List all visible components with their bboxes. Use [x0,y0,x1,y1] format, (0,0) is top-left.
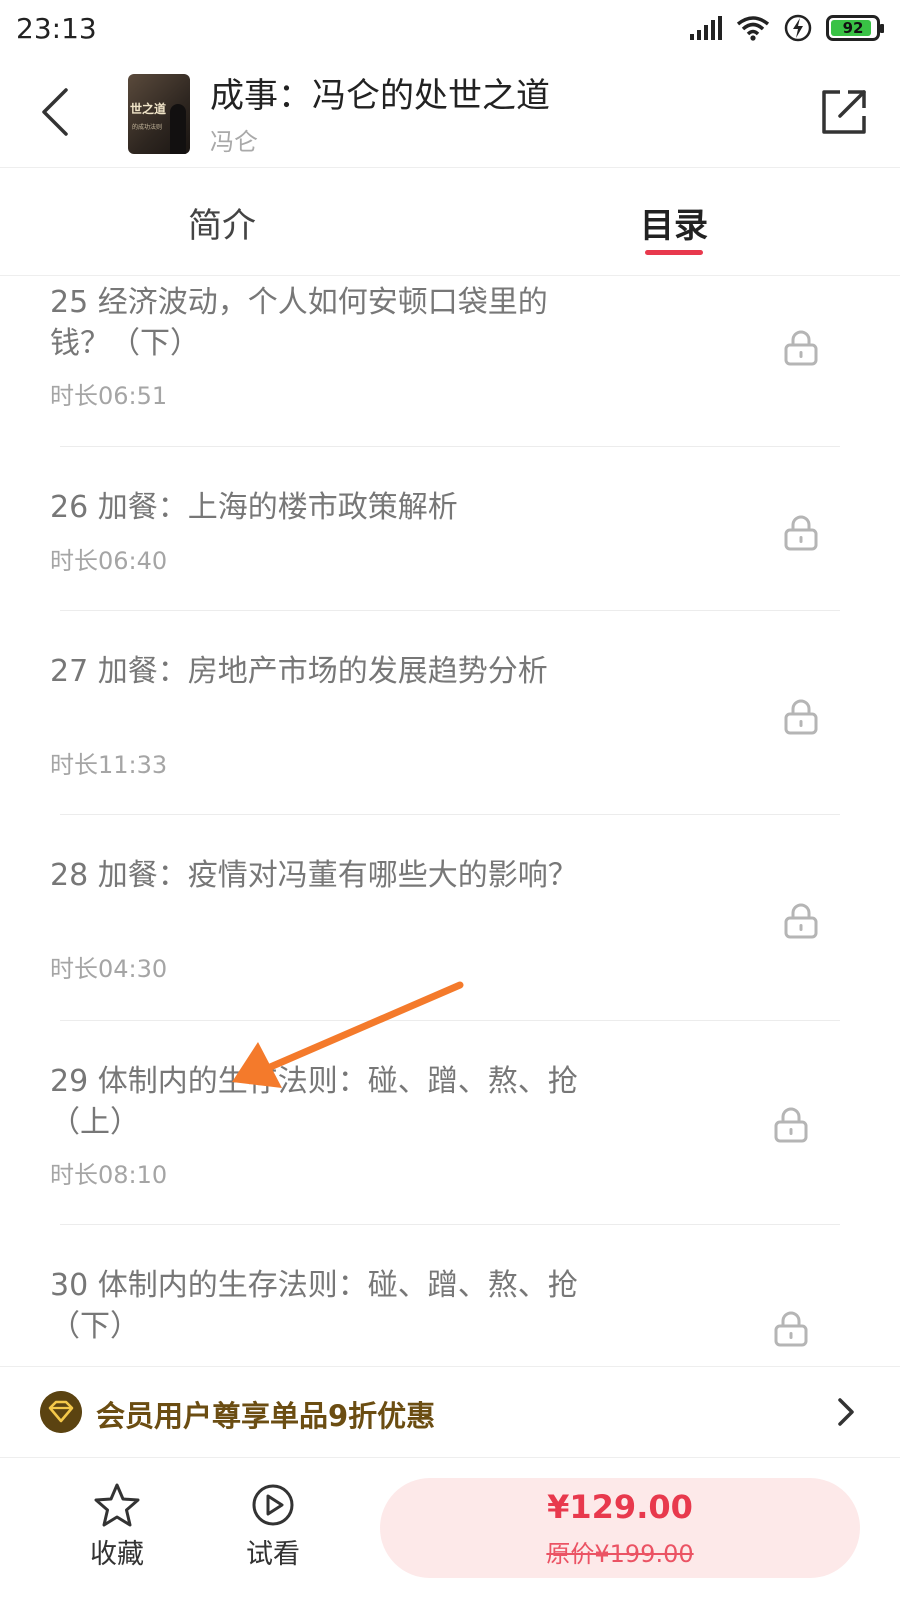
member-banner-text: 会员用户尊享单品9折优惠 [96,1399,436,1433]
cover-figure [170,104,186,154]
chapter-title: 25 经济波动，个人如何安顿口袋里的钱？（下） [50,285,548,361]
favorite-label: 收藏 [90,1539,144,1570]
signal-icon [690,16,722,40]
status-icons: 92 [690,14,884,42]
header: 世之道 的成功法则 成事：冯仑的处世之道 冯仑 [0,62,900,168]
chapter-duration: 时长06:40 [50,547,168,575]
chapter-list[interactable]: 25 经济波动，个人如何安顿口袋里的钱？（下） 时长06:51 26 加餐：上海… [0,276,900,1366]
back-button[interactable] [30,82,80,142]
back-icon [42,88,68,136]
battery-icon: 92 [826,15,884,41]
original-price: 原价¥199.00 [546,1540,694,1568]
wifi-icon [736,16,770,41]
share-icon [822,90,866,134]
chapter-item[interactable]: 29 体制内的生存法则：碰、蹭、熬、抢（上） 时长08:10 [0,1021,900,1225]
chapter-item[interactable]: 30 体制内的生存法则：碰、蹭、熬、抢（下） [0,1225,900,1366]
lock-icon [784,330,818,366]
lock-icon [784,903,818,939]
share-button[interactable] [818,86,870,138]
battery-text: 92 [842,19,864,37]
chapter-duration: 时长04:30 [50,955,168,983]
chevron-right-icon [838,1398,854,1426]
chapter-title: 27 加餐：房地产市场的发展趋势分析 [50,654,548,689]
star-icon [94,1483,140,1527]
chapter-item[interactable]: 26 加餐：上海的楼市政策解析 时长06:40 [0,447,900,611]
lock-icon [784,515,818,551]
tab-intro[interactable]: 简介 [188,198,256,247]
favorite-button[interactable]: 收藏 [72,1482,162,1571]
member-icon [40,1391,82,1433]
book-author: 冯仑 [210,128,258,156]
lock-icon [774,1107,808,1143]
chapter-item[interactable]: 28 加餐：疫情对冯董有哪些大的影响？ 时长04:30 [0,815,900,1021]
lock-icon [774,1311,808,1347]
cover-title: 世之道 [130,102,167,116]
trial-button[interactable]: 试看 [228,1482,318,1571]
cover-subtitle: 的成功法则 [132,124,163,131]
current-price: ¥129.00 [547,1488,693,1526]
chapter-duration: 时长06:51 [50,382,168,410]
trial-label: 试看 [246,1539,300,1570]
active-tab-indicator [645,250,703,255]
chapter-item[interactable]: 27 加餐：房地产市场的发展趋势分析 时长11:33 [0,611,900,815]
member-discount-banner[interactable]: 会员用户尊享单品9折优惠 [0,1366,900,1458]
book-cover[interactable]: 世之道 的成功法则 [128,74,190,154]
chapter-title: 29 体制内的生存法则：碰、蹭、熬、抢（上） [50,1064,578,1140]
chapter-title: 28 加餐：疫情对冯董有哪些大的影响？ [50,858,578,893]
chapter-duration: 时长08:10 [50,1161,168,1189]
status-bar: 23:13 92 [0,0,900,62]
play-circle-icon [252,1484,294,1526]
chapter-item[interactable]: 25 经济波动，个人如何安顿口袋里的钱？（下） 时长06:51 [0,276,900,446]
chapter-duration: 时长11:33 [50,751,168,779]
chapter-title: 30 体制内的生存法则：碰、蹭、熬、抢（下） [50,1268,578,1344]
chapter-title: 26 加餐：上海的楼市政策解析 [50,490,458,525]
tab-catalog[interactable]: 目录 [640,198,708,247]
status-time: 23:13 [16,12,97,45]
tab-bar: 简介 目录 [0,168,900,276]
book-title: 成事：冯仑的处世之道 [210,76,550,116]
bottom-action-bar: 收藏 试看 ¥129.00 原价¥199.00 [0,1458,900,1600]
charging-icon [784,14,812,42]
buy-button[interactable]: ¥129.00 原价¥199.00 [380,1478,860,1578]
lock-icon [784,699,818,735]
